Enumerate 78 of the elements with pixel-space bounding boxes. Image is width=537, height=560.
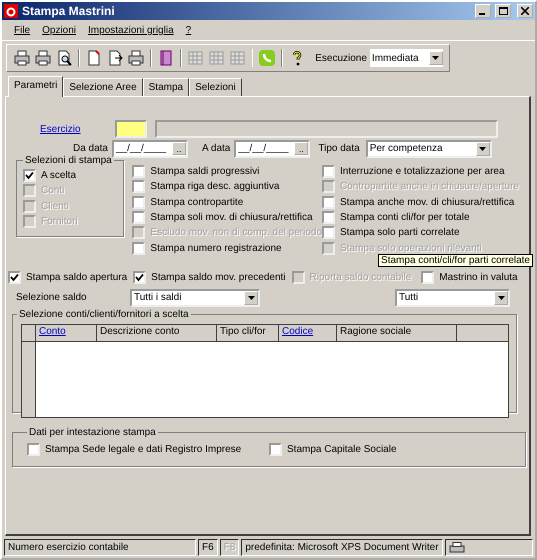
selezione-saldo-dropdown[interactable]: Tutti i saldi [130,288,260,307]
close-icon [521,7,529,15]
checkbox[interactable] [421,270,434,284]
menu-item[interactable]: Opzioni [36,23,82,38]
date-field[interactable]: __/__/____ .. [112,140,188,158]
group-title: Selezioni di stampa [24,155,113,166]
tab[interactable]: Stampa [142,78,190,96]
checkbox-label: Interruzione e totalizzazione per area [340,166,505,178]
esercizio-field[interactable] [115,120,147,138]
checkbox[interactable] [27,443,40,456]
checkbox-label: Stampa numero registrazione [150,242,282,254]
date-picker-button[interactable]: .. [294,142,308,155]
printer-icon [448,542,465,554]
filter-dropdown[interactable]: Tutti [395,288,510,307]
tipo-data-dropdown[interactable]: Per competenza [366,140,492,158]
menu-item[interactable]: File [8,23,36,38]
checkbox-label: Stampa saldi progressivi [150,166,260,178]
checkbox-label: Stampa conti cli/for per totale [340,212,470,224]
checkbox-label: A scelta [41,170,76,182]
checkbox[interactable] [269,443,282,456]
checkbox[interactable] [322,211,335,224]
function-key[interactable]: F6 [198,539,218,556]
checkbox-label: Stampa soli mov. di chiusura/rettifica [150,212,313,224]
da-data-label: Da data [72,143,108,154]
maximize-icon [498,7,508,15]
checkbox-label: Stampa saldo apertura [26,272,128,283]
date-field[interactable]: __/__/____ .. [234,140,310,158]
data-grid[interactable]: Conto Descrizione conto Tipo cli/for Codice Ragione sociale [21,324,509,418]
tab[interactable]: Selezione Aree [63,78,143,96]
checkbox[interactable] [322,196,335,209]
checkbox[interactable] [132,165,146,178]
group-title: Selezione conti/clienti/fornitori a scelta [18,309,190,320]
checkbox-label: Stampa Sede legale e dati Registro Imprese [45,444,242,456]
minimize-button[interactable] [475,4,491,18]
date-picker-button[interactable]: .. [172,142,186,155]
checkbox[interactable] [132,196,146,209]
column-header[interactable]: Codice [279,325,337,342]
printer-icon[interactable] [13,48,31,68]
checkbox-label: Stampa solo parti correlate [340,227,460,238]
esercizio-link[interactable]: Esercizio [16,124,113,134]
maximize-button[interactable] [495,4,511,18]
column-header[interactable]: Conto [36,325,97,342]
tooltip: Stampa conti/cli/for parti correlate [378,254,533,267]
checkbox[interactable] [322,165,335,178]
column-header[interactable]: Descrizione conto [97,325,217,342]
checkbox[interactable] [133,270,146,284]
execution-label: Esecuzione [315,52,367,64]
checkbox[interactable] [8,270,21,284]
column-header[interactable]: Ragione sociale [337,325,457,342]
checkbox[interactable] [132,211,146,224]
a-data-label: A data [202,143,230,154]
tab[interactable]: Parametri [8,76,64,97]
checkbox[interactable] [132,242,146,255]
group-title: Dati per intestazione stampa [28,427,157,438]
printer-status: predefinita: Microsoft XPS Document Writer [241,539,443,556]
column-header[interactable]: Tipo cli/for [217,325,279,342]
window-title: Stampa Mastrini [22,4,116,18]
checkbox-label: Stampa saldo mov. precedenti [151,272,286,283]
phone-icon[interactable] [258,48,276,68]
tab[interactable]: Selezioni [189,78,242,96]
app-logo-icon [4,4,18,18]
checkbox[interactable] [322,226,335,240]
checkbox[interactable] [132,180,146,194]
menu-item[interactable]: Impostazioni griglia [82,23,180,38]
selezione-saldo-label: Selezione saldo [16,292,88,304]
checkbox-label: Mastrino in valuta [439,272,518,283]
printer-icon[interactable] [126,48,145,68]
checkbox-label: Stampa riga desc. aggiuntiva [150,181,280,192]
checkbox-label: Stampa anche mov. di chiusura/rettifica [340,196,514,208]
printer-icon[interactable] [34,48,52,68]
status-message: Numero esercizio contabile [4,539,196,556]
checkbox[interactable] [23,169,36,182]
execution-dropdown[interactable]: Immediata [370,49,443,67]
tipo-data-label: Tipo data [318,143,360,154]
checkbox-label: Stampa contropartite [150,196,244,208]
checkbox-label: Stampa Capitale Sociale [287,444,397,456]
close-button[interactable] [517,4,533,18]
menu-item[interactable]: ? [180,23,198,38]
